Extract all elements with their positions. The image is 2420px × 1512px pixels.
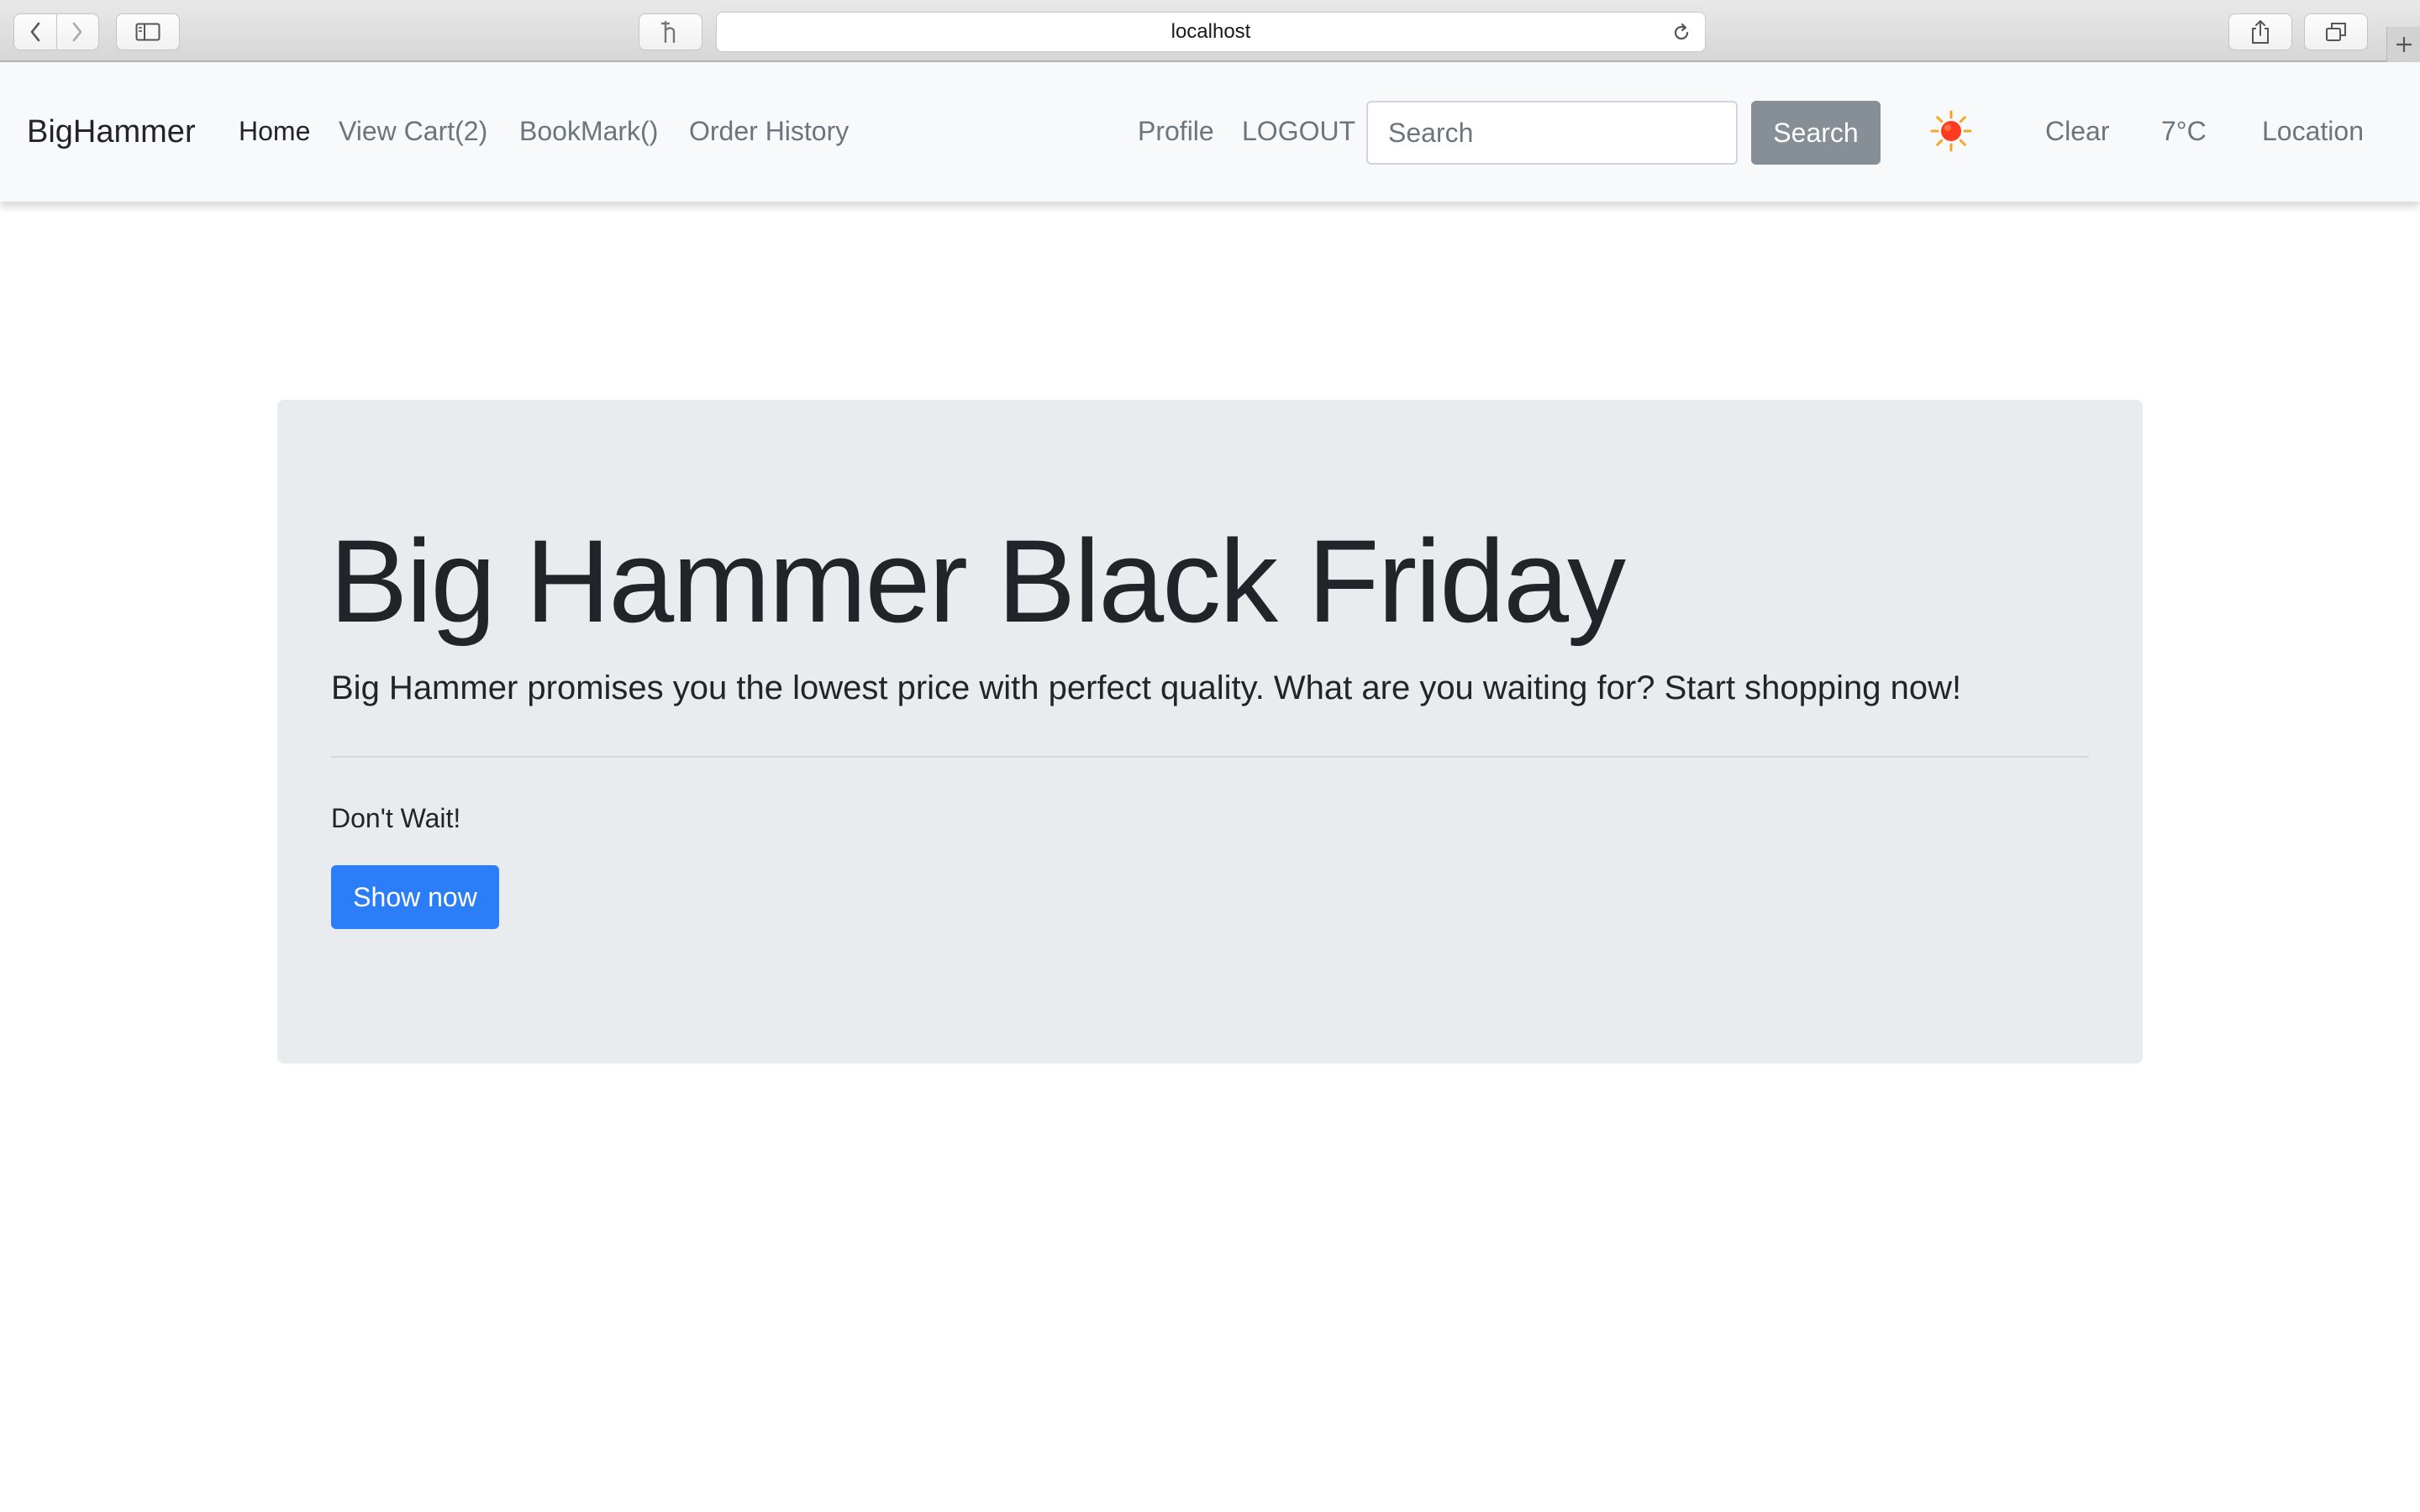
address-bar[interactable]: localhost bbox=[716, 12, 1706, 52]
sidebar-icon bbox=[135, 23, 160, 41]
sun-icon bbox=[1930, 110, 1972, 152]
hero-title: Big Hammer Black Friday bbox=[329, 515, 1626, 647]
divider bbox=[331, 756, 2089, 758]
back-button[interactable] bbox=[14, 14, 57, 50]
history-nav bbox=[13, 13, 99, 50]
nav-order-history[interactable]: Order History bbox=[689, 114, 849, 148]
share-button[interactable] bbox=[2228, 13, 2292, 50]
share-icon bbox=[2252, 20, 2269, 44]
show-now-button[interactable]: Show now bbox=[331, 865, 499, 929]
forward-button[interactable] bbox=[57, 14, 99, 50]
search-button[interactable]: Search bbox=[1751, 101, 1881, 165]
brand-link[interactable]: BigHammer bbox=[27, 113, 196, 151]
new-tab-button[interactable] bbox=[2386, 27, 2420, 62]
chevron-right-icon bbox=[72, 22, 82, 42]
tabs-icon bbox=[2326, 23, 2346, 41]
extension-button[interactable] bbox=[639, 13, 702, 50]
hero-subtext: Don't Wait! bbox=[331, 803, 461, 833]
site-navbar: BigHammer Home View Cart(2) BookMark() O… bbox=[0, 62, 2420, 202]
nav-home[interactable]: Home bbox=[239, 114, 310, 148]
url-text: localhost bbox=[1171, 20, 1251, 43]
sidebar-toggle-button[interactable] bbox=[116, 13, 180, 50]
hero-lead: Big Hammer promises you the lowest price… bbox=[331, 669, 1962, 706]
browser-toolbar: localhost bbox=[0, 0, 2420, 62]
nav-bookmark[interactable]: BookMark() bbox=[519, 114, 658, 148]
show-tabs-button[interactable] bbox=[2304, 13, 2368, 50]
nav-view-cart[interactable]: View Cart(2) bbox=[339, 114, 487, 148]
nav-profile[interactable]: Profile bbox=[1138, 114, 1214, 148]
reload-button[interactable] bbox=[1671, 23, 1691, 47]
reload-icon bbox=[1674, 23, 1689, 40]
nav-location[interactable]: Location bbox=[2262, 114, 2364, 148]
hero-jumbotron: Big Hammer Black Friday Big Hammer promi… bbox=[277, 400, 2143, 1063]
weather-temperature: 7°C bbox=[2161, 116, 2207, 146]
nav-logout[interactable]: LOGOUT bbox=[1242, 114, 1355, 148]
hammer-extension-icon bbox=[660, 20, 676, 44]
search-input[interactable] bbox=[1366, 101, 1738, 165]
plus-icon bbox=[2396, 37, 2412, 52]
chevron-left-icon bbox=[30, 22, 40, 42]
weather-condition: Clear bbox=[2045, 116, 2110, 146]
